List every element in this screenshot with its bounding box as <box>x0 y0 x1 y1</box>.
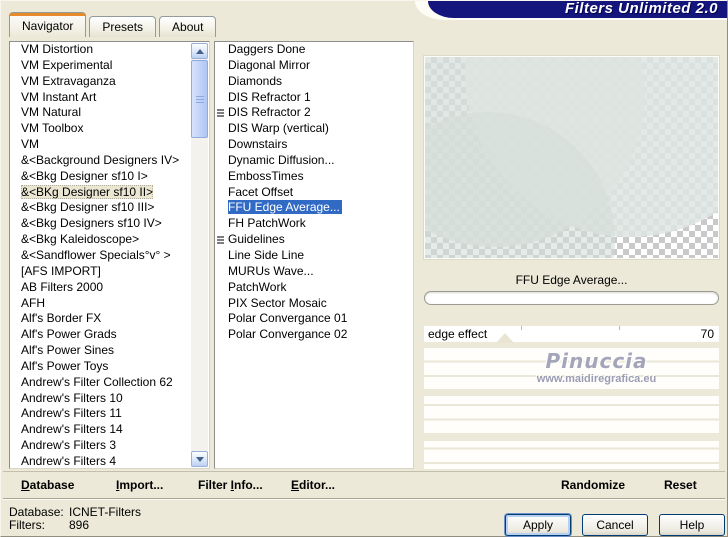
edge-effect-slider-row[interactable]: edge effect 70 <box>424 326 719 342</box>
category-item[interactable]: &<Bkg Designer sf10 I> <box>10 169 209 185</box>
app-title: Filters Unlimited 2.0 <box>428 1 727 18</box>
category-list-items: VM Distortion VM Experimental VM Extravaga… <box>10 42 209 468</box>
bottom-toolbar: Database Import... Filter Info... Editor… <box>3 471 725 499</box>
import-button[interactable]: Import... <box>116 478 163 492</box>
category-item[interactable]: &<BKg Designer sf10 II> <box>10 184 209 201</box>
status-filters-label: Filters: <box>9 518 45 532</box>
watermark: Pinuccia www.maidiregrafica.eu <box>479 349 714 385</box>
filter-item[interactable]: Line Side Line <box>215 248 413 264</box>
filter-item[interactable]: Guidelines <box>215 232 413 248</box>
category-item[interactable]: VM Experimental <box>10 58 209 74</box>
filter-info-button[interactable]: Filter Info... <box>198 478 263 492</box>
filter-item[interactable]: EmbossTimes <box>215 169 413 185</box>
category-item[interactable]: VM Extravaganza <box>10 74 209 90</box>
category-scrollbar[interactable] <box>191 43 208 467</box>
filter-item[interactable]: Downstairs <box>215 137 413 153</box>
preset-marker-icon <box>217 236 224 245</box>
tab-bar: Navigator Presets About <box>9 12 217 37</box>
scroll-up-button[interactable] <box>191 43 208 59</box>
category-item[interactable]: &<Bkg Designer sf10 III> <box>10 200 209 216</box>
category-list: VM Distortion VM Experimental VM Extravaga… <box>9 41 210 469</box>
category-item[interactable]: Andrew's Filters 4 <box>10 454 209 468</box>
category-item[interactable]: Alf's Power Toys <box>10 359 209 375</box>
slider-tick <box>521 326 523 330</box>
apply-button[interactable]: Apply <box>505 514 571 536</box>
slider-thumb[interactable] <box>496 333 514 343</box>
database-button[interactable]: Database <box>21 478 74 492</box>
category-item[interactable]: VM Distortion <box>10 42 209 58</box>
category-item[interactable]: Alf's Power Sines <box>10 343 209 359</box>
category-item[interactable]: Andrew's Filters 11 <box>10 406 209 422</box>
filter-item[interactable]: MURUs Wave... <box>215 264 413 280</box>
category-item[interactable]: [AFS IMPORT] <box>10 264 209 280</box>
filter-item[interactable]: Diamonds <box>215 74 413 90</box>
category-item[interactable]: &<Sandflower Specials°v° > <box>10 248 209 264</box>
row-gap <box>424 389 719 396</box>
category-item[interactable]: Andrew's Filter Collection 62 <box>10 375 209 391</box>
watermark-url: www.maidiregrafica.eu <box>536 373 657 385</box>
filter-item[interactable]: DIS Refractor 2 <box>215 105 413 121</box>
help-button[interactable]: Help <box>659 514 725 536</box>
progress-bar <box>424 291 719 305</box>
category-item[interactable]: &<Bkg Kaleidoscope> <box>10 232 209 248</box>
category-item[interactable]: Andrew's Filters 14 <box>10 422 209 438</box>
category-item[interactable]: Alf's Power Grads <box>10 327 209 343</box>
reset-button[interactable]: Reset <box>664 478 697 492</box>
category-item[interactable]: AFH <box>10 296 209 312</box>
slider-value: 70 <box>700 327 714 341</box>
preview-area[interactable] <box>424 56 719 259</box>
parameter-rows-area: Pinuccia www.maidiregrafica.eu <box>424 348 719 469</box>
category-item[interactable]: VM Instant Art <box>10 90 209 106</box>
filter-list: Daggers Done Diagonal Mirror Diamonds DIS R… <box>214 41 414 469</box>
tab-about[interactable]: About <box>159 16 217 37</box>
category-item[interactable]: AB Filters 2000 <box>10 280 209 296</box>
category-item[interactable]: VM Toolbox <box>10 121 209 137</box>
scrollbar-thumb[interactable] <box>191 60 208 138</box>
category-item[interactable]: Alf's Border FX <box>10 311 209 327</box>
filter-item[interactable]: Daggers Done <box>215 42 413 58</box>
scroll-down-button[interactable] <box>191 451 208 467</box>
category-item[interactable]: &<Bkg Designers sf10 IV> <box>10 216 209 232</box>
arrow-up-icon <box>195 48 204 54</box>
filters-unlimited-window: Filters Unlimited 2.0 Navigator Presets … <box>0 0 728 537</box>
category-item[interactable]: VM <box>10 137 209 153</box>
arrow-down-icon <box>195 456 204 462</box>
filter-item[interactable]: DIS Refractor 1 <box>215 90 413 106</box>
randomize-button[interactable]: Randomize <box>561 478 625 492</box>
row-gap <box>424 434 719 441</box>
filter-item[interactable]: DIS Warp (vertical) <box>215 121 413 137</box>
preset-marker-icon <box>217 109 224 118</box>
filter-item[interactable]: FFU Edge Average... <box>215 200 413 216</box>
category-item[interactable]: VM Natural <box>10 105 209 121</box>
filter-item[interactable]: PIX Sector Mosaic <box>215 296 413 312</box>
filter-item[interactable]: PatchWork <box>215 280 413 296</box>
filter-item[interactable]: Polar Convergance 01 <box>215 311 413 327</box>
filter-item[interactable]: Polar Convergance 02 <box>215 327 413 343</box>
filter-item[interactable]: Dynamic Diffusion... <box>215 153 413 169</box>
selected-filter-label: FFU Edge Average... <box>515 273 628 287</box>
category-item[interactable]: Andrew's Filters 3 <box>10 438 209 454</box>
editor-button[interactable]: Editor... <box>291 478 335 492</box>
filter-item[interactable]: FH PatchWork <box>215 216 413 232</box>
slider-label: edge effect <box>428 327 488 341</box>
category-item[interactable]: &<Background Designers IV> <box>10 153 209 169</box>
status-filters-value: 896 <box>69 518 90 532</box>
slider-tick <box>618 326 620 330</box>
watermark-name: Pinuccia <box>545 349 648 373</box>
status-area: Database: ICNET-Filters Filters: 896 <box>9 506 141 532</box>
filter-list-items: Daggers Done Diagonal Mirror Diamonds DIS R… <box>215 42 413 343</box>
category-item[interactable]: Andrew's Filters 10 <box>10 391 209 407</box>
filter-item[interactable]: Facet Offset <box>215 185 413 201</box>
tab-presets[interactable]: Presets <box>89 16 157 37</box>
tab-navigator[interactable]: Navigator <box>9 12 87 37</box>
thumb-grip-icon <box>195 95 204 103</box>
filter-item[interactable]: Diagonal Mirror <box>215 58 413 74</box>
cancel-button[interactable]: Cancel <box>582 514 648 536</box>
